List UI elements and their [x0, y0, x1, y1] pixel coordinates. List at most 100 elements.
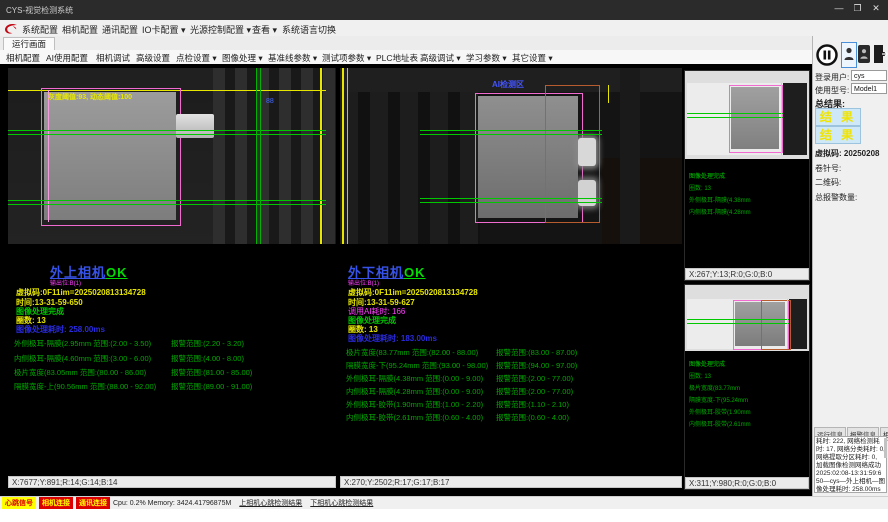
tool-ai-usage-config[interactable]: AI使用配置: [46, 52, 88, 64]
total-alarms-label: 总报警数量:: [815, 192, 857, 203]
dark-machine-side: [789, 299, 807, 349]
yellow-guide-line-v: [347, 68, 348, 244]
elapsed-line: 图像处理耗时: 183.00ms: [348, 333, 437, 344]
green-measure-line-v: [256, 68, 257, 244]
thumb-result-line: 图像处理完成: [689, 359, 725, 368]
measurement-text: 内侧极耳-隔膜(4.28mm 范围:(0.00 - 9.00): [346, 387, 483, 396]
measurement-text: 外侧极耳-隔膜(2.95mm 范围:(2.00 - 3.50): [14, 339, 151, 348]
minimize-button[interactable]: —: [831, 3, 847, 13]
tool-advanced-setting[interactable]: 高级设置: [136, 52, 170, 64]
tool-image-process[interactable]: 图像处理 ▾: [222, 52, 263, 64]
menu-light-config[interactable]: 光源控制配置 ▾: [190, 23, 251, 36]
alarm-range: 报警范围:(0.60 - 4.00): [496, 412, 569, 423]
thumb-panel-1: 图像处理完成 圈数: 13 外侧极耳-隔膜(4.38mm 内侧极耳-隔膜(4.2…: [684, 70, 810, 281]
menu-io-config[interactable]: IO卡配置 ▾: [142, 23, 186, 36]
tab-strip: 运行画面: [0, 36, 812, 51]
output-signal-line: 输出位:B(1): [348, 278, 379, 287]
pause-icon: [816, 44, 838, 66]
tool-test-params[interactable]: 测试项参数 ▾: [322, 52, 371, 64]
model-field[interactable]: Model1: [851, 83, 887, 94]
upper-camera-heartbeat-result: 上相机心跳检测结果: [239, 498, 302, 508]
pixel-readout-bar: X:311;Y:980;R:0;G:0;B:0: [685, 477, 809, 489]
user-manage-button[interactable]: [858, 45, 870, 63]
green-measure-line: [8, 200, 326, 201]
pink-roi-rect: [729, 85, 783, 153]
thumb-image-1[interactable]: [685, 71, 809, 159]
virtual-code-label: 虚拟码: 20250208: [815, 148, 879, 159]
alarm-range: 报警范围:(81.00 - 85.00): [171, 367, 252, 378]
elapsed-line: 图像处理耗时: 258.00ms: [16, 324, 105, 335]
app-window: CYS-视觉检测系统 — ❐ ✕ 系统配置 相机配置 通讯配置 IO卡配置 ▾ …: [0, 0, 888, 522]
yellow-guide-line-v: [787, 299, 788, 349]
login-user-field[interactable]: cys: [851, 70, 887, 81]
close-button[interactable]: ✕: [868, 3, 884, 14]
app-status-bar: 心跳信号 相机连接 通讯连接 Cpu: 0.2% Memory: 3424.41…: [0, 496, 888, 509]
top-band: [8, 68, 213, 90]
maximize-button[interactable]: ❐: [849, 3, 865, 14]
measurement-text: 外侧极耳-隔膜(4.38mm 范围:(0.00 - 9.00): [346, 374, 483, 383]
log-scrollbar[interactable]: [884, 438, 887, 458]
exit-button[interactable]: [873, 44, 888, 69]
menu-camera-config[interactable]: 相机配置: [62, 23, 98, 36]
tab-run-screen[interactable]: 运行画面: [3, 37, 55, 50]
tool-learning-params[interactable]: 学习参数 ▾: [466, 52, 507, 64]
green-measure-line-v: [260, 68, 261, 244]
tool-camera-config[interactable]: 相机配置: [6, 52, 40, 64]
thumb-image-2[interactable]: [685, 285, 809, 351]
measurement-text: 内侧极耳-胶带(2.61mm 范围:(0.60 - 4.00): [346, 413, 483, 422]
green-measure-line: [8, 204, 326, 205]
camera-image-lower[interactable]: AI检测区: [340, 68, 682, 244]
comm-link-indicator: 通讯连接: [76, 497, 110, 509]
sidebar: 登录用户: cys 使用型号: Model1 总结果: 结 果 结 果 虚拟码:…: [812, 36, 888, 496]
pause-button[interactable]: [816, 44, 838, 71]
main-area: 灰度阈值:93, 动态阈值:100 88 外上相机OK 输出位:B(1) 虚拟码…: [0, 64, 812, 496]
yellow-tick-line: [608, 85, 609, 103]
alarm-range: 报警范围:(2.20 - 3.20): [171, 338, 244, 349]
menu-view[interactable]: 查看 ▾: [252, 23, 277, 36]
tool-camera-debug[interactable]: 相机调试: [96, 52, 130, 64]
thumb-panel-2: 图像处理完成 圈数: 13 极片宽度(83.77mm 隔膜宽度-下(95.24m…: [684, 284, 810, 490]
thumb-result-line: 隔膜宽度-下(95.24mm: [689, 395, 748, 404]
tool-baseline-params[interactable]: 基准线参数 ▾: [268, 52, 317, 64]
pixel-readout-bar: X:267;Y:13;R:0;G:0;B:0: [685, 268, 809, 280]
measurement-text: 极片宽度(83.05mm 范围:(80.00 - 86.00): [14, 368, 146, 377]
menu-system-config[interactable]: 系统配置: [22, 23, 58, 36]
alarm-range: 报警范围:(2.00 - 77.00): [496, 373, 573, 384]
tool-advanced-debug[interactable]: 高级调试 ▾: [420, 52, 461, 64]
menu-comm-config[interactable]: 通讯配置: [102, 23, 138, 36]
yellow-guide-line-v: [320, 68, 322, 244]
green-measure-line: [687, 319, 789, 320]
login-user-label: 登录用户:: [815, 72, 849, 83]
alarm-range: 报警范围:(94.00 - 97.00): [496, 360, 577, 371]
measurement-text: 隔膜宽度-下(95.24mm 范围:(93.00 - 98.00): [346, 361, 488, 370]
green-measure-line: [687, 113, 783, 114]
yellow-guide-line-v: [781, 83, 782, 155]
measurement-text: 极片宽度(83.77mm 范围:(82.00 - 88.00): [346, 348, 478, 357]
ai-region-label: AI检测区: [492, 79, 524, 90]
camera-image-upper[interactable]: 灰度阈值:93, 动态阈值:100 88: [8, 68, 336, 244]
green-measure-line: [8, 134, 326, 135]
tool-plc-address[interactable]: PLC地址表: [376, 52, 418, 64]
tool-spot-check[interactable]: 点检设置 ▾: [176, 52, 217, 64]
measurement-text: 外侧极耳-胶带(1.90mm 范围:(1.00 - 2.20): [346, 400, 483, 409]
menu-language-switch[interactable]: 系统语言切换: [282, 23, 336, 36]
login-user-button[interactable]: [841, 42, 857, 68]
machine-structure: [340, 68, 480, 244]
model-label: 使用型号:: [815, 85, 849, 96]
thumb-result-line: 极片宽度(83.77mm: [689, 383, 740, 392]
machine-block-dark: [602, 158, 682, 244]
tool-other-settings[interactable]: 其它设置 ▾: [512, 52, 553, 64]
menubar: 系统配置 相机配置 通讯配置 IO卡配置 ▾ 光源控制配置 ▾ 查看 ▾ 系统语…: [0, 20, 888, 37]
glare-spot: [578, 138, 596, 166]
log-output[interactable]: 耗时: 222, 网络检测耗时: 17, 网络分类耗时: 0, 网络提取分区耗时…: [814, 436, 887, 493]
camera-link-indicator: 相机连接: [39, 497, 73, 509]
ok-status: OK: [106, 265, 128, 280]
lower-camera-heartbeat-result: 下相机心跳检测结果: [310, 498, 373, 508]
green-measure-line: [687, 323, 789, 324]
green-measure-line: [420, 202, 602, 203]
pink-roi-line-v: [48, 90, 49, 222]
user-dark-icon: [860, 48, 868, 60]
thumb-result-line: 外侧极耳-胶带(1.90mm: [689, 407, 751, 416]
thumb-result-line: 外侧极耳-隔膜(4.38mm: [689, 195, 751, 204]
machine-columns: [213, 68, 336, 244]
